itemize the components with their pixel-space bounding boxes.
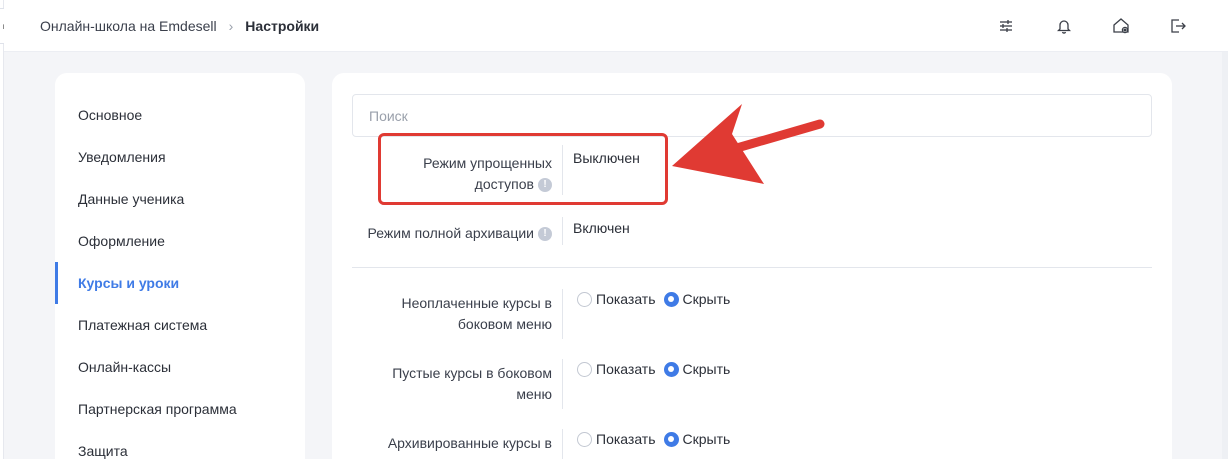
radio-show[interactable]: Показать [577,291,656,307]
sidebar-item-label: Онлайн-кассы [78,359,172,375]
annotation-highlight-box [378,133,668,205]
annotation-arrow-icon [672,104,825,184]
radio-unchecked-icon [577,361,592,377]
sidebar-item-payment[interactable]: Платежная система [55,304,305,346]
sliders-icon[interactable] [996,16,1016,36]
sidebar-item-appearance[interactable]: Оформление [55,220,305,262]
sidebar-item-label: Основное [78,107,143,123]
setting-value-full-archive[interactable]: Включен [573,220,630,236]
setting-label-unpaid-courses: Неоплаченные курсы в боковом меню [401,295,553,332]
section-divider [352,267,1152,268]
breadcrumb-separator-icon: › [228,18,234,34]
right-edge [1222,52,1228,459]
left-edge-strip [0,0,4,459]
logout-icon[interactable] [1168,16,1188,36]
breadcrumb: Онлайн-школа на Emdesell › Настройки [40,0,319,52]
sidebar-item-main[interactable]: Основное [55,94,305,136]
divider [562,289,563,339]
empty-courses-radio-group: Показать Скрыть [577,361,730,377]
breadcrumb-current: Настройки [245,18,320,34]
divider [562,429,563,459]
sidebar-item-label: Уведомления [78,149,166,165]
setting-label-archived-courses: Архивированные курсы в [387,435,552,451]
sidebar-item-courses[interactable]: Курсы и уроки [55,262,305,304]
radio-checked-icon [663,431,679,447]
radio-checked-icon [663,361,679,377]
top-bar: Онлайн-школа на Emdesell › Настройки [4,0,1228,52]
sidebar-item-label: Защита [78,443,128,459]
breadcrumb-school-link[interactable]: Онлайн-школа на Emdesell [40,18,217,34]
sidebar-item-student-data[interactable]: Данные ученика [55,178,305,220]
sidebar-item-label: Партнерская программа [78,401,237,417]
home-settings-icon[interactable] [1111,16,1131,36]
sidebar-item-affiliate[interactable]: Партнерская программа [55,388,305,430]
settings-sidebar: Основное Уведомления Данные ученика Офор… [55,73,305,459]
sidebar-item-label: Данные ученика [78,191,185,207]
info-icon[interactable]: ! [538,227,552,242]
sidebar-item-cash-registers[interactable]: Онлайн-кассы [55,346,305,388]
setting-label-full-archive: Режим полной архивации! [342,223,552,244]
sidebar-item-label: Курсы и уроки [78,275,180,291]
unpaid-courses-radio-group: Показать Скрыть [577,291,730,307]
radio-checked-icon [663,291,679,307]
divider [562,217,563,245]
sidebar-item-label: Оформление [78,233,165,249]
bell-icon[interactable] [1054,16,1074,36]
radio-show[interactable]: Показать [577,431,656,447]
divider [562,359,563,409]
radio-unchecked-icon [577,431,592,447]
archived-courses-radio-group: Показать Скрыть [577,431,730,447]
radio-unchecked-icon [577,291,592,307]
sidebar-item-notifications[interactable]: Уведомления [55,136,305,178]
sidebar-item-protection[interactable]: Защита [55,430,305,459]
radio-hide[interactable]: Скрыть [663,431,730,447]
radio-hide[interactable]: Скрыть [663,361,730,377]
sidebar-item-label: Платежная система [78,317,208,333]
setting-label-empty-courses: Пустые курсы в боковом меню [392,365,552,402]
radio-hide[interactable]: Скрыть [663,291,730,307]
radio-show[interactable]: Показать [577,361,656,377]
